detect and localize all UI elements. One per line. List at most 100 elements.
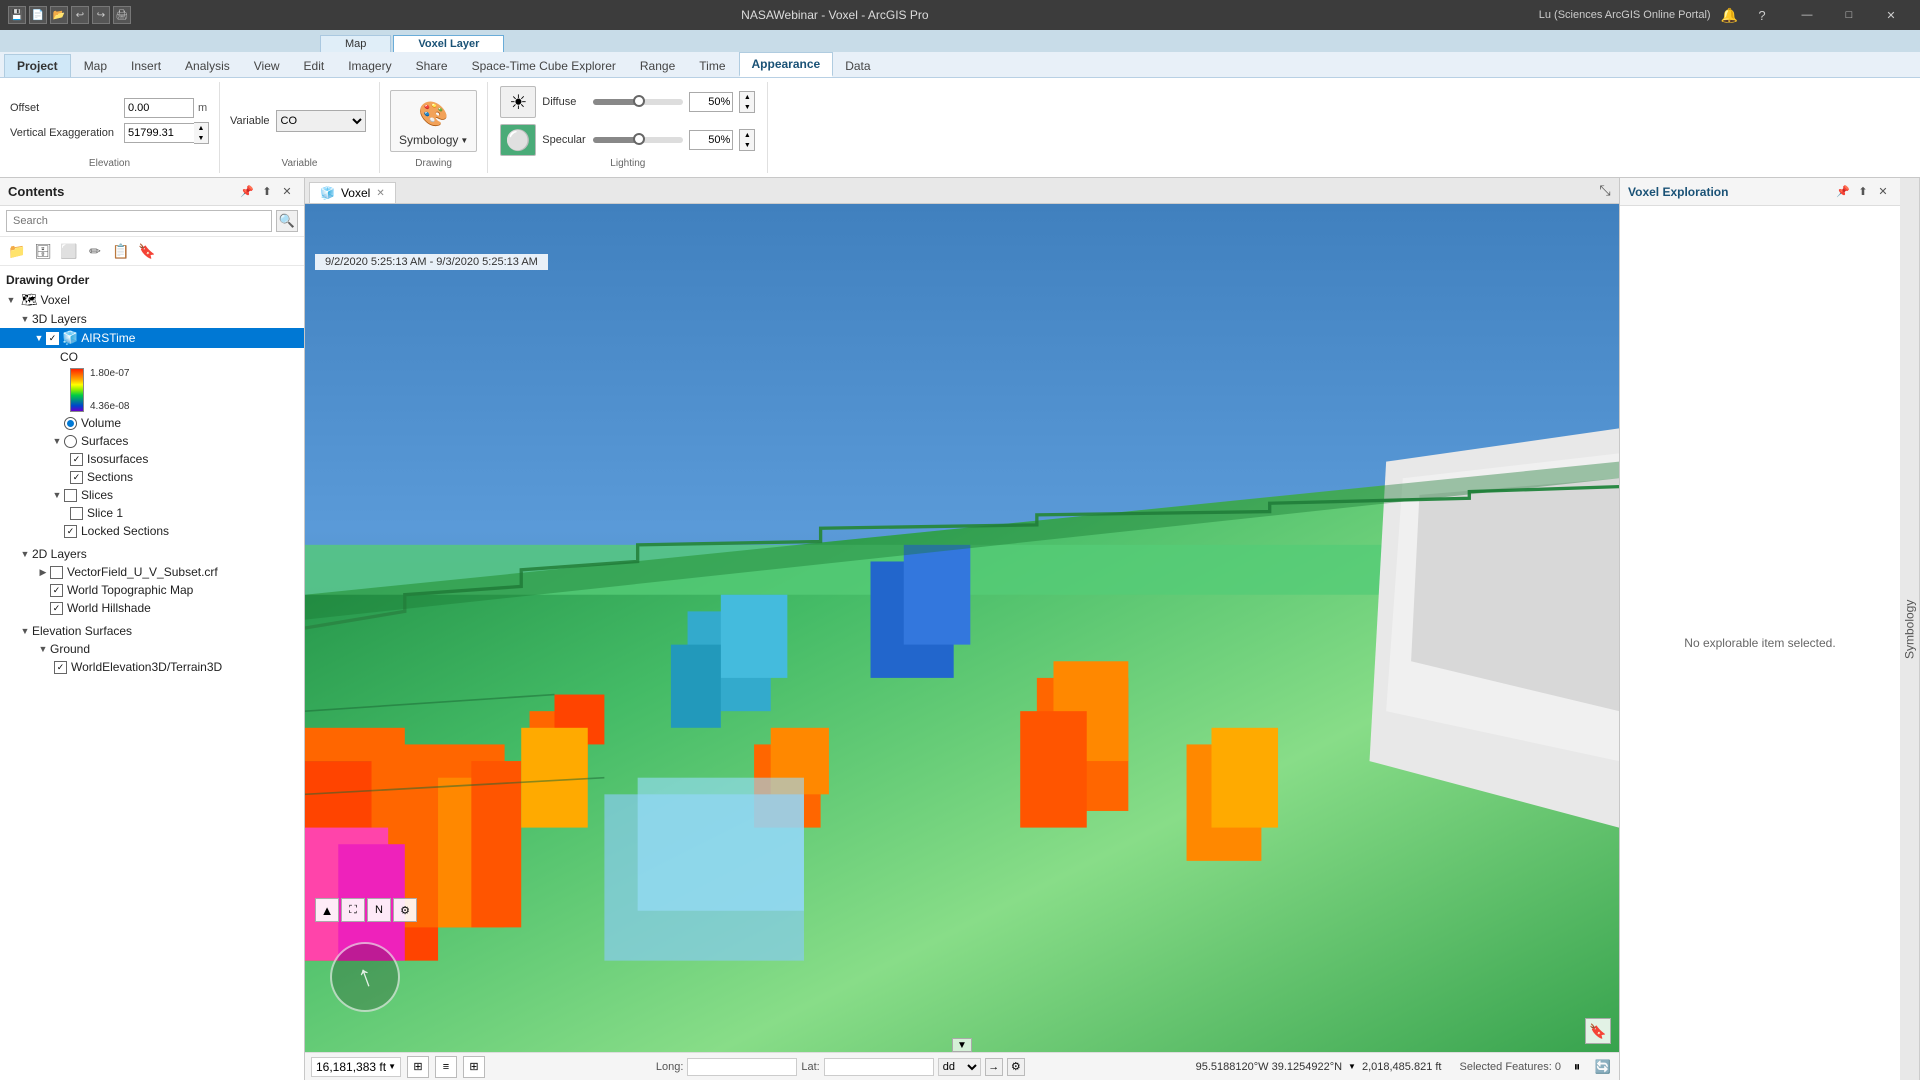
search-input[interactable] xyxy=(6,210,272,232)
tab-spacetime[interactable]: Space-Time Cube Explorer xyxy=(460,55,628,77)
tree-item-slices[interactable]: ▼ Slices xyxy=(0,486,304,504)
map-bookmark-btn[interactable]: 🔖 xyxy=(1585,1018,1611,1044)
tool-edit-pencil[interactable]: ✏ xyxy=(84,240,106,262)
tree-item-sections[interactable]: ✓ Sections xyxy=(0,468,304,486)
vert-exag-down[interactable]: ▼ xyxy=(194,133,208,143)
diffuse-slider-thumb[interactable] xyxy=(633,95,645,107)
vectorfield-expand-icon[interactable]: ▶ xyxy=(36,565,50,579)
surfaces-radio[interactable] xyxy=(64,435,77,448)
tool-table[interactable]: 📋 xyxy=(110,240,132,262)
map-tab-voxel[interactable]: 🧊 Voxel ✕ xyxy=(309,182,396,203)
refresh-btn[interactable]: 🔄 xyxy=(1593,1057,1613,1077)
tab-share[interactable]: Share xyxy=(404,55,460,77)
map-expand-icon[interactable]: ⤡ xyxy=(1595,180,1615,200)
variable-select[interactable]: CO xyxy=(276,110,366,132)
airstime-checkbox[interactable]: ✓ xyxy=(46,332,59,345)
worldelev-checkbox[interactable]: ✓ xyxy=(54,661,67,674)
print-icon[interactable]: 🖨 xyxy=(113,6,131,24)
save-icon[interactable]: 💾 xyxy=(8,6,26,24)
locked-sections-checkbox[interactable]: ✓ xyxy=(64,525,77,538)
tree-item-worldelev[interactable]: ✓ WorldElevation3D/Terrain3D xyxy=(0,658,304,676)
worldhillshade-checkbox[interactable]: ✓ xyxy=(50,602,63,615)
worldtopo-checkbox[interactable]: ✓ xyxy=(50,584,63,597)
nav-btn-3[interactable]: ⊞ xyxy=(463,1056,485,1078)
compass[interactable]: ↑ xyxy=(330,942,400,1012)
panel-float-btn[interactable]: ⬆ xyxy=(258,183,276,201)
tab-insert[interactable]: Insert xyxy=(119,55,173,77)
coord-go-btn[interactable]: → xyxy=(985,1058,1003,1076)
coord-dropdown-icon[interactable]: ▼ xyxy=(1348,1062,1356,1071)
tab-map[interactable]: Map xyxy=(72,55,119,77)
voxel-panel-float-btn[interactable]: ⬆ xyxy=(1854,183,1872,201)
pause-btn[interactable]: ⏸ xyxy=(1567,1057,1587,1077)
tool-database[interactable]: 🗄 xyxy=(32,240,54,262)
voxel-panel-pin-btn[interactable]: 📌 xyxy=(1834,183,1852,201)
tree-item-3dlayers[interactable]: ▼ 3D Layers xyxy=(0,310,304,328)
vert-exag-input[interactable] xyxy=(124,123,194,143)
scale-selector[interactable]: 16,181,383 ft ▼ xyxy=(311,1057,401,1077)
notification-icon[interactable]: 🔔 xyxy=(1721,7,1738,24)
diffuse-icon-btn[interactable]: ☀ xyxy=(500,86,536,118)
tool-folder[interactable]: 📁 xyxy=(6,240,28,262)
nav-btn-2[interactable]: ≡ xyxy=(435,1056,457,1078)
tab-view[interactable]: View xyxy=(242,55,292,77)
close-btn[interactable]: ✕ xyxy=(1870,0,1912,30)
scale-dropdown-icon[interactable]: ▼ xyxy=(388,1062,396,1071)
tab-data[interactable]: Data xyxy=(833,55,882,77)
slices-expand-icon[interactable]: ▼ xyxy=(50,488,64,502)
tree-item-surfaces[interactable]: ▼ Surfaces xyxy=(0,432,304,450)
slices-checkbox[interactable] xyxy=(64,489,77,502)
ground-expand-icon[interactable]: ▼ xyxy=(36,642,50,656)
map-bottom-expand-btn[interactable]: ▼ xyxy=(952,1038,972,1052)
map-zoom-up-btn[interactable]: ▲ xyxy=(315,898,339,922)
help-btn[interactable]: ? xyxy=(1748,1,1776,29)
tree-item-locked-sections[interactable]: ✓ Locked Sections xyxy=(0,522,304,540)
volume-radio[interactable] xyxy=(64,417,77,430)
lat-input[interactable] xyxy=(824,1058,934,1076)
open-icon[interactable]: 📂 xyxy=(50,6,68,24)
tab-project[interactable]: Project xyxy=(4,54,71,77)
voxel-expand-icon[interactable]: ▼ xyxy=(4,293,18,307)
tree-item-airstime[interactable]: ▼ ✓ 🧊 AIRSTime xyxy=(0,328,304,348)
long-input[interactable] xyxy=(687,1058,797,1076)
2dlayers-expand-icon[interactable]: ▼ xyxy=(18,547,32,561)
slice1-checkbox[interactable] xyxy=(70,507,83,520)
map-body[interactable]: 9/2/2020 5:25:13 AM - 9/3/2020 5:25:13 A… xyxy=(305,204,1619,1052)
tree-item-worldhillshade[interactable]: ✓ World Hillshade xyxy=(0,599,304,617)
tab-edit[interactable]: Edit xyxy=(292,55,337,77)
tree-item-slice1[interactable]: Slice 1 xyxy=(0,504,304,522)
3dlayers-expand-icon[interactable]: ▼ xyxy=(18,312,32,326)
nav-btn-1[interactable]: ⊞ xyxy=(407,1056,429,1078)
tool-bookmark[interactable]: 🔖 xyxy=(136,240,158,262)
tool-select-rect[interactable]: ⬜ xyxy=(58,240,80,262)
specular-slider-thumb[interactable] xyxy=(633,133,645,145)
symbology-side-tab[interactable]: Symbology xyxy=(1900,178,1920,1080)
tree-item-worldtopo[interactable]: ✓ World Topographic Map xyxy=(0,581,304,599)
tab-analysis[interactable]: Analysis xyxy=(173,55,242,77)
tab-time[interactable]: Time xyxy=(687,55,737,77)
panel-pin-btn[interactable]: 📌 xyxy=(238,183,256,201)
isosurfaces-checkbox[interactable]: ✓ xyxy=(70,453,83,466)
context-tab-voxel-layer[interactable]: Voxel Layer xyxy=(393,35,504,52)
specular-spinner[interactable]: ▲ ▼ xyxy=(739,129,755,151)
tree-item-isosurfaces[interactable]: ✓ Isosurfaces xyxy=(0,450,304,468)
redo-icon[interactable]: ↪ xyxy=(92,6,110,24)
undo-icon[interactable]: ↩ xyxy=(71,6,89,24)
vectorfield-checkbox[interactable] xyxy=(50,566,63,579)
map-tab-close-icon[interactable]: ✕ xyxy=(376,188,384,199)
search-btn[interactable]: 🔍 xyxy=(276,210,298,232)
tree-item-voxel[interactable]: ▼ 🗺 Voxel xyxy=(0,290,304,310)
context-tab-map[interactable]: Map xyxy=(320,35,391,52)
map-extra-btn[interactable]: ⚙ xyxy=(393,898,417,922)
symbology-btn[interactable]: 🎨 Symbology ▼ xyxy=(390,90,477,152)
map-north-btn[interactable]: N xyxy=(367,898,391,922)
surfaces-expand-icon[interactable]: ▼ xyxy=(50,434,64,448)
coord-options-btn[interactable]: ⚙ xyxy=(1007,1058,1025,1076)
panel-close-btn[interactable]: ✕ xyxy=(278,183,296,201)
specular-icon-btn[interactable]: ⚪ xyxy=(500,124,536,156)
elev-surfaces-expand-icon[interactable]: ▼ xyxy=(18,624,32,638)
new-icon[interactable]: 📄 xyxy=(29,6,47,24)
tree-item-elev-surfaces[interactable]: ▼ Elevation Surfaces xyxy=(0,621,304,640)
specular-pct-input[interactable] xyxy=(689,130,733,150)
vert-exag-up[interactable]: ▲ xyxy=(194,123,208,133)
